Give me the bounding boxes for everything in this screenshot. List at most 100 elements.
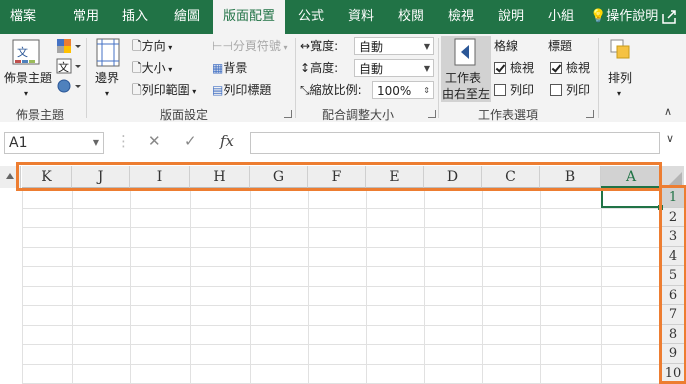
gridlines-heading: 格線 [494,39,519,53]
cancel-icon[interactable]: ✕ [148,132,161,150]
chevron-down-icon: ▼ [423,42,430,51]
gridline [22,363,662,365]
group-separator [295,38,296,118]
dialog-launcher-icon[interactable] [284,110,292,118]
name-box-value: A1 [9,135,28,151]
arrange-button[interactable]: 排列 ▾ [603,36,639,102]
tab-help[interactable]: 說明 [490,0,532,34]
scale-value: 100% [377,84,412,98]
orientation-icon: 🗋 [132,39,142,53]
dialog-launcher-icon[interactable] [428,110,436,118]
tab-home[interactable]: 常用 [62,0,110,34]
gridline [22,246,662,248]
headings-view-checkbox[interactable] [550,62,562,74]
print-area-icon: 🗋 [132,83,142,97]
themes-button[interactable]: 文 佈景主題 ▾ [4,36,52,102]
gridlines-print-label: 列印 [510,83,535,97]
headings-print-checkbox[interactable] [550,84,562,96]
group-separator [598,38,599,118]
group-separator [86,38,87,118]
collapse-ribbon-icon[interactable]: ∧ [664,104,672,120]
worksheet-grid[interactable]: KJIHGFEDCBA 1 2 3 4 5 6 7 8 9 10 [0,162,686,384]
share-icon[interactable] [660,8,678,26]
enter-icon[interactable]: ✓ [184,132,197,150]
themes-label: 佈景主題 [4,71,53,85]
sheet-options-group-label: 工作表選項 [478,108,539,122]
margins-icon [96,38,120,67]
tab-page-layout[interactable]: 版面配置 [213,0,285,34]
width-icon: ↔ [300,39,311,53]
picture-icon: ▦ [212,61,224,75]
height-icon: ↕ [300,61,311,75]
gridlines-view-checkbox[interactable] [494,62,506,74]
right-to-left-icon [454,38,476,66]
themes-group-label: 佈景主題 [16,108,65,122]
gridline [22,227,662,228]
size-button[interactable]: 🗋大小 ▾ [132,60,172,78]
background-button[interactable]: ▦背景 [212,60,247,76]
orientation-label: 方向 [141,39,166,53]
tab-team[interactable]: 小組 [540,0,582,34]
lightbulb-icon: 💡 [590,9,607,24]
scale-spinner[interactable]: 100% ⇕ [372,81,434,99]
tab-insert[interactable]: 插入 [114,0,156,34]
row-header-highlight [659,185,686,384]
insert-function-icon[interactable]: fx [220,132,234,150]
tab-formulas[interactable]: 公式 [290,0,332,34]
theme-colors-button[interactable] [56,38,82,56]
scale-label-row: ⤡縮放比例: [300,82,362,98]
dialog-launcher-icon[interactable] [586,110,594,118]
tab-draw[interactable]: 繪圖 [166,0,208,34]
breaks-button[interactable]: ⊢⊣分頁符號 ▾ [212,38,287,56]
gridline [22,324,662,326]
chevron-down-icon: ▾ [105,89,110,98]
tell-me-label: 操作說明 [606,9,659,24]
chevron-down-icon: ▼ [423,64,430,73]
margins-button[interactable]: 邊界 ▾ [92,36,126,102]
group-separator [438,38,439,118]
chevron-down-icon: ▾ [189,87,197,96]
headings-heading: 標題 [548,39,573,53]
width-label-row: ↔寬度: [300,38,338,54]
formula-bar: A1 ▼ ⋮ ✕ ✓ fx ∨ [0,122,686,160]
selected-cell-a1[interactable] [601,188,662,208]
print-area-button[interactable]: 🗋列印範圍 ▾ [132,82,196,100]
height-dropdown[interactable]: 自動 ▼ [354,59,434,77]
size-label: 大小 [141,61,166,75]
name-box[interactable]: A1 ▼ [4,132,104,154]
sheet-right-to-left-button[interactable]: 工作表 由右至左 [441,36,491,102]
chevron-down-icon: ▾ [165,65,173,74]
theme-effects-button[interactable] [56,78,82,96]
orientation-button[interactable]: 🗋方向 ▾ [132,38,172,56]
svg-text:文: 文 [17,45,28,59]
width-dropdown[interactable]: 自動 ▼ [354,37,434,55]
tab-data[interactable]: 資料 [340,0,382,34]
svg-text:文: 文 [58,60,69,74]
tab-file[interactable]: 檔案 [0,0,46,34]
palette-icon [57,39,81,53]
height-label: 高度: [310,61,339,75]
tab-review[interactable]: 校閱 [390,0,432,34]
scale-icon: ⤡ [300,83,310,97]
width-value: 自動 [359,40,384,54]
rtl-label-line2: 由右至左 [442,87,491,101]
formula-input[interactable] [250,132,660,154]
effects-icon [57,79,81,93]
gridline [22,207,662,209]
headings-view-label: 檢視 [566,61,591,75]
gridline [22,285,662,287]
tell-me-box[interactable]: 💡操作說明 [590,0,658,34]
gridlines-print-checkbox[interactable] [494,84,506,96]
scale-group-label: 配合調整大小 [322,108,395,122]
theme-fonts-button[interactable]: 文 [56,58,82,76]
spinner-icon: ⇕ [423,86,430,95]
font-icon: 文 [56,58,81,74]
tab-view[interactable]: 檢視 [440,0,482,34]
print-area-label: 列印範圍 [141,83,190,97]
arrange-icon [610,39,630,59]
breaks-label: 分頁符號 [232,39,281,53]
expand-formula-bar-icon[interactable]: ∨ [666,132,674,145]
print-titles-button[interactable]: ▤列印標題 [212,82,271,98]
themes-icon: 文 [12,39,40,65]
height-label-row: ↕高度: [300,60,338,76]
